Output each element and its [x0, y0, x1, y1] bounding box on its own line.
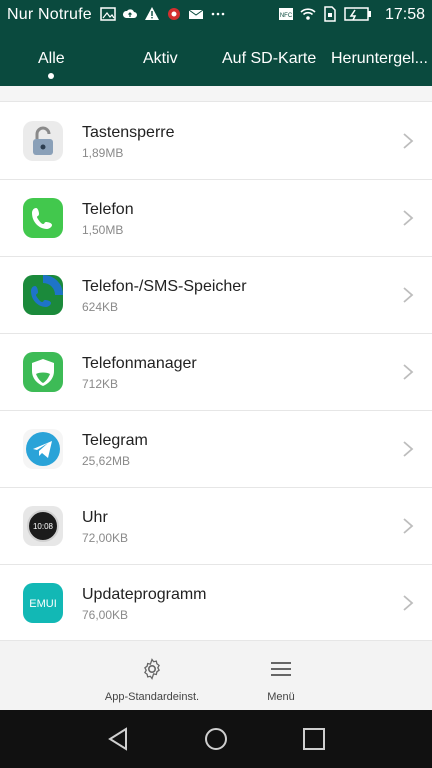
- tab-aktiv[interactable]: Aktiv: [143, 50, 178, 68]
- tab-downloaded[interactable]: Heruntergel...: [331, 50, 428, 68]
- more-icon: [211, 12, 225, 16]
- back-icon[interactable]: [102, 723, 134, 755]
- app-size: 72,00KB: [82, 531, 129, 545]
- cloud-upload-icon: [122, 9, 137, 18]
- gallery-icon: [100, 7, 116, 21]
- app-size: 25,62MB: [82, 454, 131, 468]
- active-tab-indicator: [48, 73, 54, 79]
- menu-label: Menü: [267, 691, 295, 703]
- app-defaults-label: App-Standardeinst.: [104, 691, 200, 703]
- gear-icon: [144, 658, 160, 680]
- list-item[interactable]: 10:08 Uhr 72,00KB: [0, 487, 432, 565]
- app-name: Telefon: [82, 201, 134, 218]
- list-item[interactable]: Telefon-/SMS-Speicher 624KB: [0, 256, 432, 334]
- tab-bar: Alle Aktiv Auf SD-Karte Heruntergel...: [0, 40, 432, 86]
- battery-icon: [344, 7, 371, 21]
- menu-button[interactable]: Menü: [211, 651, 351, 711]
- app-list: Tastensperre 1,89MB Telefon 1,50MB Telef…: [0, 101, 432, 642]
- app-defaults-button[interactable]: App-Standardeinst.: [82, 651, 222, 711]
- chevron-right-icon: [403, 287, 414, 303]
- list-item[interactable]: Telegram 25,62MB: [0, 410, 432, 488]
- top-header: Nur Notrufe NFC 17:58 Alle Aktiv Auf SD-…: [0, 0, 432, 86]
- clock-icon-text: 10:08: [33, 522, 54, 531]
- menu-icon: [271, 662, 291, 676]
- app-name: Telefonmanager: [82, 355, 197, 372]
- app-size: 712KB: [82, 377, 119, 391]
- app-size: 624KB: [82, 300, 119, 314]
- clock-icon: 10:08: [23, 506, 63, 546]
- recent-apps-icon[interactable]: [298, 723, 330, 755]
- app-name: Updateprogramm: [82, 586, 207, 603]
- emui-icon-text: EMUI: [29, 598, 57, 610]
- list-item[interactable]: Tastensperre 1,89MB: [0, 102, 432, 180]
- app-size: 1,50MB: [82, 223, 124, 237]
- home-icon[interactable]: [200, 723, 232, 755]
- clock-time: 17:58: [384, 6, 425, 23]
- status-bar: Nur Notrufe NFC 17:58: [0, 0, 432, 30]
- app-name: Tastensperre: [82, 124, 175, 141]
- carrier-label: Nur Notrufe: [7, 6, 92, 23]
- lock-icon: [23, 121, 63, 161]
- tab-sd-card[interactable]: Auf SD-Karte: [222, 50, 316, 68]
- app-name: Telefon-/SMS-Speicher: [82, 278, 247, 295]
- tab-alle[interactable]: Alle: [38, 50, 65, 68]
- telegram-icon: [23, 429, 63, 469]
- app-name: Uhr: [82, 509, 108, 526]
- emui-icon: EMUI: [23, 583, 63, 623]
- status-right-icons: NFC: [278, 6, 372, 22]
- shield-icon: [23, 352, 63, 392]
- chevron-right-icon: [403, 133, 414, 149]
- warning-icon: [145, 7, 159, 20]
- svg-text:NFC: NFC: [280, 13, 293, 19]
- app-size: 1,89MB: [82, 146, 124, 160]
- list-item[interactable]: Telefon 1,50MB: [0, 179, 432, 257]
- system-nav-bar: [0, 710, 432, 768]
- app-size: 76,00KB: [82, 608, 129, 622]
- list-item[interactable]: Telefonmanager 712KB: [0, 333, 432, 411]
- mail-icon: [188, 9, 204, 19]
- app-name: Telegram: [82, 432, 148, 449]
- chevron-right-icon: [403, 441, 414, 457]
- wifi-icon: [300, 8, 316, 20]
- phone-storage-icon: [23, 275, 63, 315]
- status-left-icons: [100, 6, 226, 22]
- record-icon: [168, 8, 180, 20]
- list-item[interactable]: EMUI Updateprogramm 76,00KB: [0, 564, 432, 642]
- chevron-right-icon: [403, 595, 414, 611]
- phone-icon: [23, 198, 63, 238]
- chevron-right-icon: [403, 364, 414, 380]
- sim-icon: [324, 6, 336, 22]
- chevron-right-icon: [403, 518, 414, 534]
- bottom-action-bar: App-Standardeinst. Menü: [0, 640, 432, 711]
- nfc-icon: NFC: [279, 8, 293, 20]
- chevron-right-icon: [403, 210, 414, 226]
